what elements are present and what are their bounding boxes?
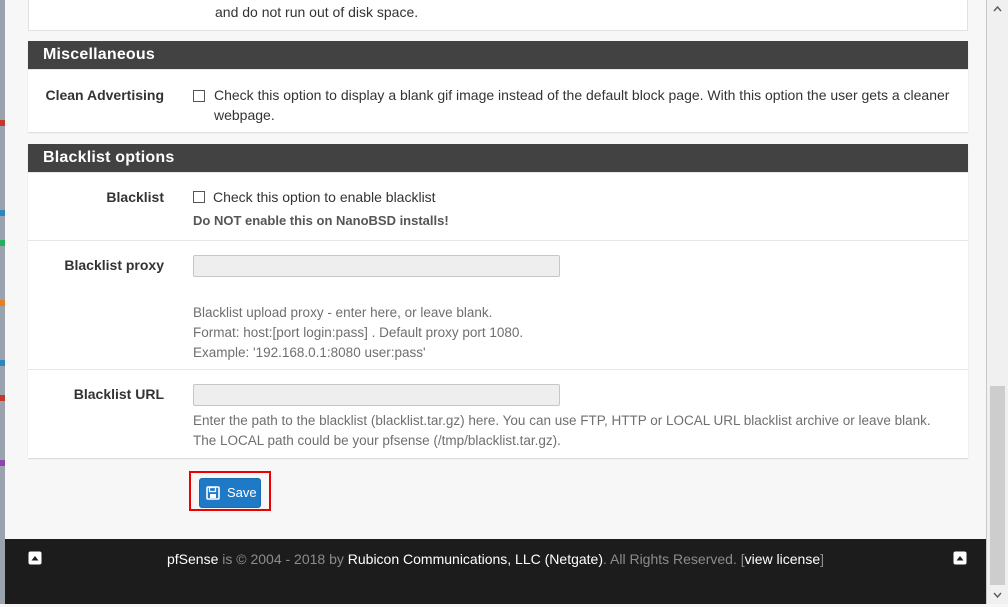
save-button[interactable]: Save — [199, 478, 261, 508]
blacklist-proxy-row: Blacklist proxy Blacklist upload proxy -… — [28, 240, 968, 369]
blacklist-url-input[interactable] — [193, 384, 560, 406]
arrow-up-box-icon[interactable] — [953, 551, 967, 565]
proxy-help-line: Example: '192.168.0.1:8080 user:pass' — [193, 345, 426, 360]
url-help-line: The LOCAL path could be your pfsense (/t… — [193, 433, 561, 448]
clean-advertising-field: Check this option to display a blank gif… — [193, 85, 954, 125]
proxy-help-line: Blacklist upload proxy - enter here, or … — [193, 305, 493, 320]
previous-panel-tail: and do not run out of disk space. — [28, 0, 968, 31]
scrollbar-thumb[interactable] — [990, 386, 1005, 585]
blacklist-url-row: Blacklist URL Enter the path to the blac… — [28, 369, 968, 458]
blacklist-options-panel: Blacklist options Blacklist Check this o… — [28, 144, 968, 458]
blacklist-proxy-input[interactable] — [193, 255, 560, 277]
clean-advertising-row: Clean Advertising Check this option to d… — [28, 69, 968, 132]
blacklist-proxy-help: Blacklist upload proxy - enter here, or … — [193, 303, 954, 363]
blacklist-proxy-label: Blacklist proxy — [64, 257, 164, 273]
save-highlight-box: Save — [189, 471, 271, 511]
url-help-line: Enter the path to the blacklist (blackli… — [193, 413, 931, 428]
miscellaneous-panel: Miscellaneous Clean Advertising Check th… — [28, 41, 968, 132]
footer-brand: pfSense — [167, 551, 219, 567]
blacklist-enable-row: Blacklist Check this option to enable bl… — [28, 172, 968, 240]
clean-advertising-label: Clean Advertising — [45, 87, 164, 103]
footer-rights: . All Rights Reserved. [ — [603, 551, 745, 567]
blacklist-url-help: Enter the path to the blacklist (blackli… — [193, 411, 954, 451]
blacklist-label: Blacklist — [106, 189, 164, 205]
disk-space-description: and do not run out of disk space. — [215, 4, 419, 20]
window-edge — [0, 0, 5, 604]
chevron-down-icon — [993, 592, 1002, 599]
footer: pfSense is © 2004 - 2018 by Rubicon Comm… — [5, 539, 986, 604]
blacklist-enable-checkbox[interactable] — [193, 191, 205, 204]
blacklist-url-field: Enter the path to the blacklist (blackli… — [193, 384, 954, 451]
blacklist-options-heading: Blacklist options — [28, 144, 968, 172]
footer-close-bracket: ] — [820, 551, 824, 567]
clean-advertising-checkbox[interactable] — [193, 90, 205, 102]
save-button-label: Save — [227, 485, 257, 500]
footer-copy-text: is © 2004 - 2018 by — [218, 551, 348, 567]
chevron-up-icon — [993, 5, 1002, 12]
scroll-down-button[interactable] — [987, 587, 1008, 604]
blacklist-enable-field: Check this option to enable blacklist Do… — [193, 187, 954, 228]
blacklist-enable-text: Check this option to enable blacklist — [213, 189, 436, 205]
scroll-up-button[interactable] — [987, 0, 1008, 17]
proxy-help-line: Format: host:[port login:pass] . Default… — [193, 325, 524, 340]
blacklist-url-label: Blacklist URL — [73, 386, 164, 402]
floppy-disk-icon — [206, 486, 220, 500]
footer-company: Rubicon Communications, LLC (Netgate) — [347, 551, 603, 567]
nanobsd-warning: Do NOT enable this on NanoBSD installs! — [193, 213, 449, 228]
blacklist-proxy-field: Blacklist upload proxy - enter here, or … — [193, 255, 954, 363]
vertical-scrollbar[interactable] — [987, 0, 1008, 604]
view-license-link[interactable]: view license — [745, 551, 820, 567]
miscellaneous-heading: Miscellaneous — [28, 41, 968, 69]
footer-copyright: pfSense is © 2004 - 2018 by Rubicon Comm… — [5, 551, 986, 567]
clean-advertising-text: Check this option to display a blank gif… — [214, 87, 950, 123]
